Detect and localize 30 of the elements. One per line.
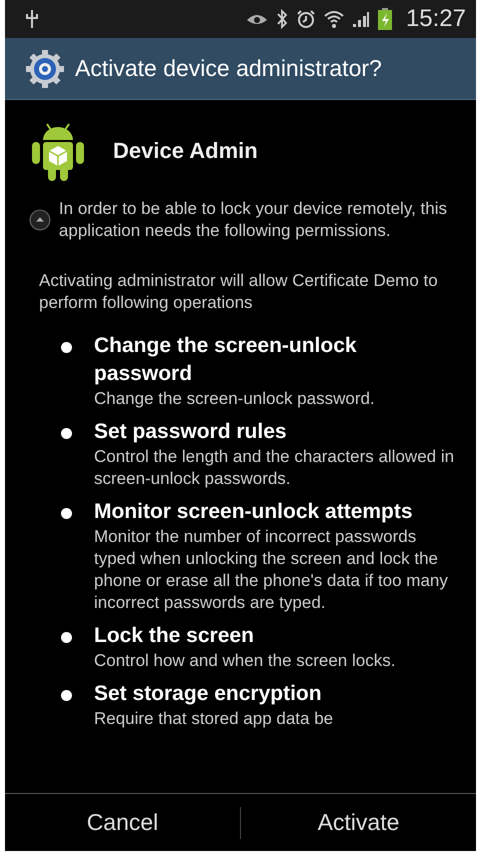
bullet-icon — [61, 342, 72, 353]
battery-charging-icon — [378, 8, 392, 30]
permission-title: Change the screen-unlock password — [94, 333, 358, 387]
permission-title: Monitor screen-unlock attempts — [94, 499, 414, 525]
alarm-clock-icon — [296, 9, 316, 29]
permission-title: Set password rules — [94, 419, 288, 445]
permission-description: Change the screen-unlock password. — [94, 388, 376, 410]
bullet-icon — [61, 508, 72, 519]
eye-icon — [246, 12, 268, 26]
permission-description: Monitor the number of incorrect passwords typed when unlocking the screen and lock the phone or erase all the phone's data if too many incorrect passwords are typed. — [94, 526, 449, 614]
bullet-icon — [61, 632, 72, 643]
bullet-icon — [61, 428, 72, 439]
activate-button[interactable]: Activate — [241, 794, 476, 851]
permission-description: Control how and when the screen locks. — [94, 650, 396, 672]
bullet-icon — [61, 690, 72, 701]
intro-text: Activating administrator will allow Certificate Demo to perform following operations — [39, 270, 439, 314]
signal-icon — [352, 10, 370, 28]
clock-time: 15:27 — [406, 4, 466, 34]
usb-icon — [25, 9, 39, 29]
permission-title: Set storage encryption — [94, 681, 323, 707]
permission-title: Lock the screen — [94, 623, 255, 649]
app-name: Device Admin — [113, 136, 258, 164]
settings-icon — [25, 48, 65, 88]
permission-description: Control the length and the characters allowed in screen-unlock passwords. — [94, 446, 456, 490]
permission-description: Require that stored app data be — [94, 708, 334, 730]
dialog-title: Activate device administrator? — [75, 54, 382, 84]
cancel-button[interactable]: Cancel — [5, 794, 240, 851]
permission-notice: In order to be able to lock your device remotely, this application needs the following permissions. — [58, 198, 448, 242]
bluetooth-icon — [276, 9, 288, 29]
wifi-icon — [324, 9, 344, 29]
